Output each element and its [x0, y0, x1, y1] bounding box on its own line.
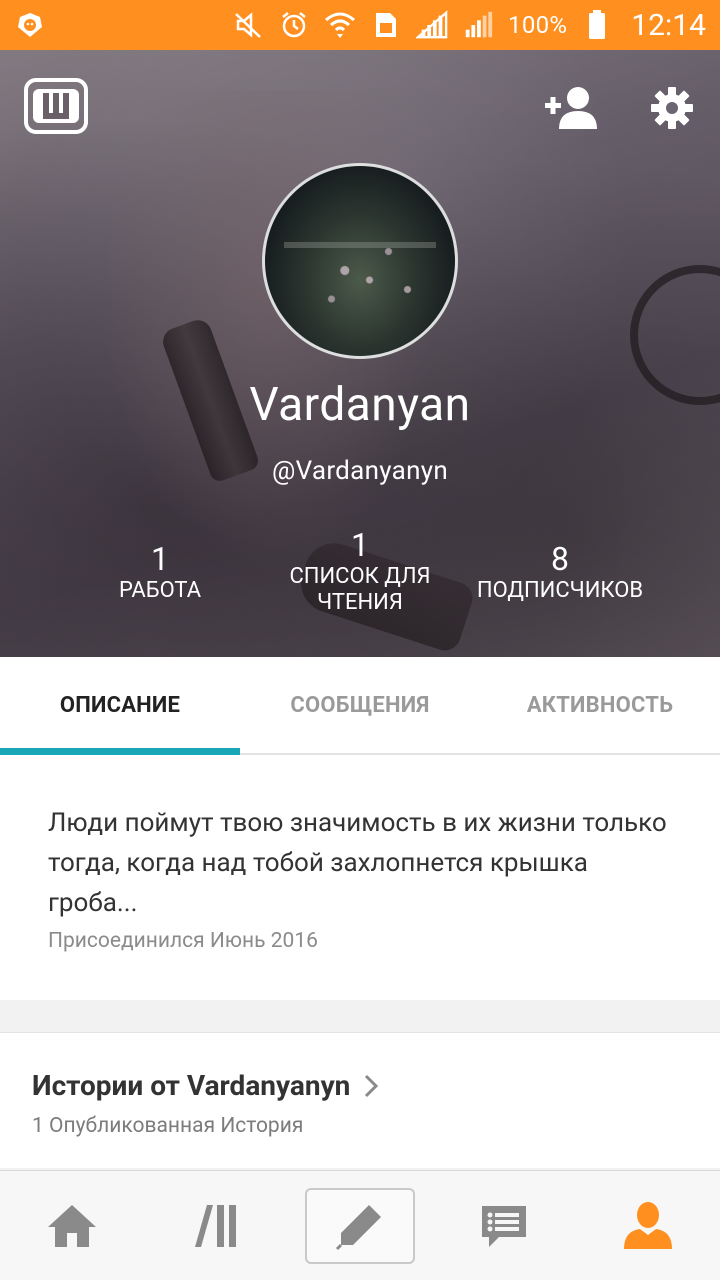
stat-works-label: РАБОТА: [118, 578, 202, 603]
messages-icon: [482, 1205, 526, 1247]
stories-title: Истории от Vardanyanyn: [32, 1069, 351, 1102]
sim-icon: [370, 9, 402, 41]
profile-tabs: ОПИСАНИЕ СООБЩЕНИЯ АКТИВНОСТЬ: [0, 657, 720, 755]
stories-title-row[interactable]: Истории от Vardanyanyn: [32, 1069, 688, 1102]
stories-count: 1 Опубликованная История: [32, 1114, 304, 1138]
nav-messages[interactable]: [432, 1171, 576, 1280]
battery-icon: [581, 9, 613, 41]
stat-followers-value: 8: [551, 540, 569, 578]
stat-reading-lists-value: 1: [351, 526, 369, 564]
wifi-icon: [324, 9, 356, 41]
lion-app-icon: [14, 9, 46, 41]
about-section: Люди поймут твою значимость в их жизни т…: [0, 755, 720, 1000]
clock: 12:14: [631, 7, 706, 43]
bottom-navigation: [0, 1170, 720, 1280]
gear-icon: [651, 87, 693, 129]
mute-icon: [232, 9, 264, 41]
nav-profile[interactable]: [576, 1171, 720, 1280]
display-name: Vardanyan: [249, 378, 471, 432]
joined-date: Присоединился Июнь 2016: [48, 929, 318, 953]
alarm-icon: [278, 9, 310, 41]
battery-percent: 100%: [508, 11, 568, 39]
pencil-icon: [335, 1204, 381, 1250]
nav-write[interactable]: [288, 1171, 432, 1280]
username: @Vardanyanyn: [271, 456, 449, 486]
stat-reading-lists[interactable]: 1 СПИСОК ДЛЯ ЧТЕНИЯ: [260, 526, 460, 616]
add-user-button[interactable]: [542, 82, 602, 134]
status-bar: 100% 12:14: [0, 0, 720, 50]
stat-followers[interactable]: 8 ПОДПИСЧИКОВ: [460, 540, 660, 604]
tab-about[interactable]: ОПИСАНИЕ: [0, 657, 240, 755]
profile-icon: [624, 1201, 672, 1249]
signal-icon-2: [462, 9, 494, 41]
nav-library[interactable]: [144, 1171, 288, 1280]
write-button[interactable]: [305, 1187, 415, 1264]
signal-icon: [416, 9, 448, 41]
stat-works[interactable]: 1 РАБОТА: [60, 540, 260, 604]
tab-activity[interactable]: АКТИВНОСТЬ: [480, 657, 720, 753]
home-icon: [48, 1204, 96, 1247]
avatar[interactable]: [262, 163, 458, 359]
stat-reading-lists-label: СПИСОК ДЛЯ ЧТЕНИЯ: [289, 564, 431, 615]
settings-button[interactable]: [642, 82, 702, 134]
library-icon: [195, 1204, 236, 1247]
chevron-right-icon: [365, 1074, 379, 1097]
stories-section[interactable]: Истории от Vardanyanyn 1 Опубликованная …: [0, 1032, 720, 1168]
profile-header: Vardanyan @Vardanyanyn 1 РАБОТА 1 СПИСОК…: [0, 50, 720, 657]
add-user-icon: [545, 87, 597, 129]
wattpad-logo-icon[interactable]: [24, 78, 88, 134]
stat-followers-label: ПОДПИСЧИКОВ: [476, 578, 644, 603]
stat-works-value: 1: [151, 540, 169, 578]
profile-description: Люди поймут твою значимость в их жизни т…: [48, 808, 667, 918]
nav-home[interactable]: [0, 1171, 144, 1280]
tab-messages[interactable]: СООБЩЕНИЯ: [240, 657, 480, 753]
